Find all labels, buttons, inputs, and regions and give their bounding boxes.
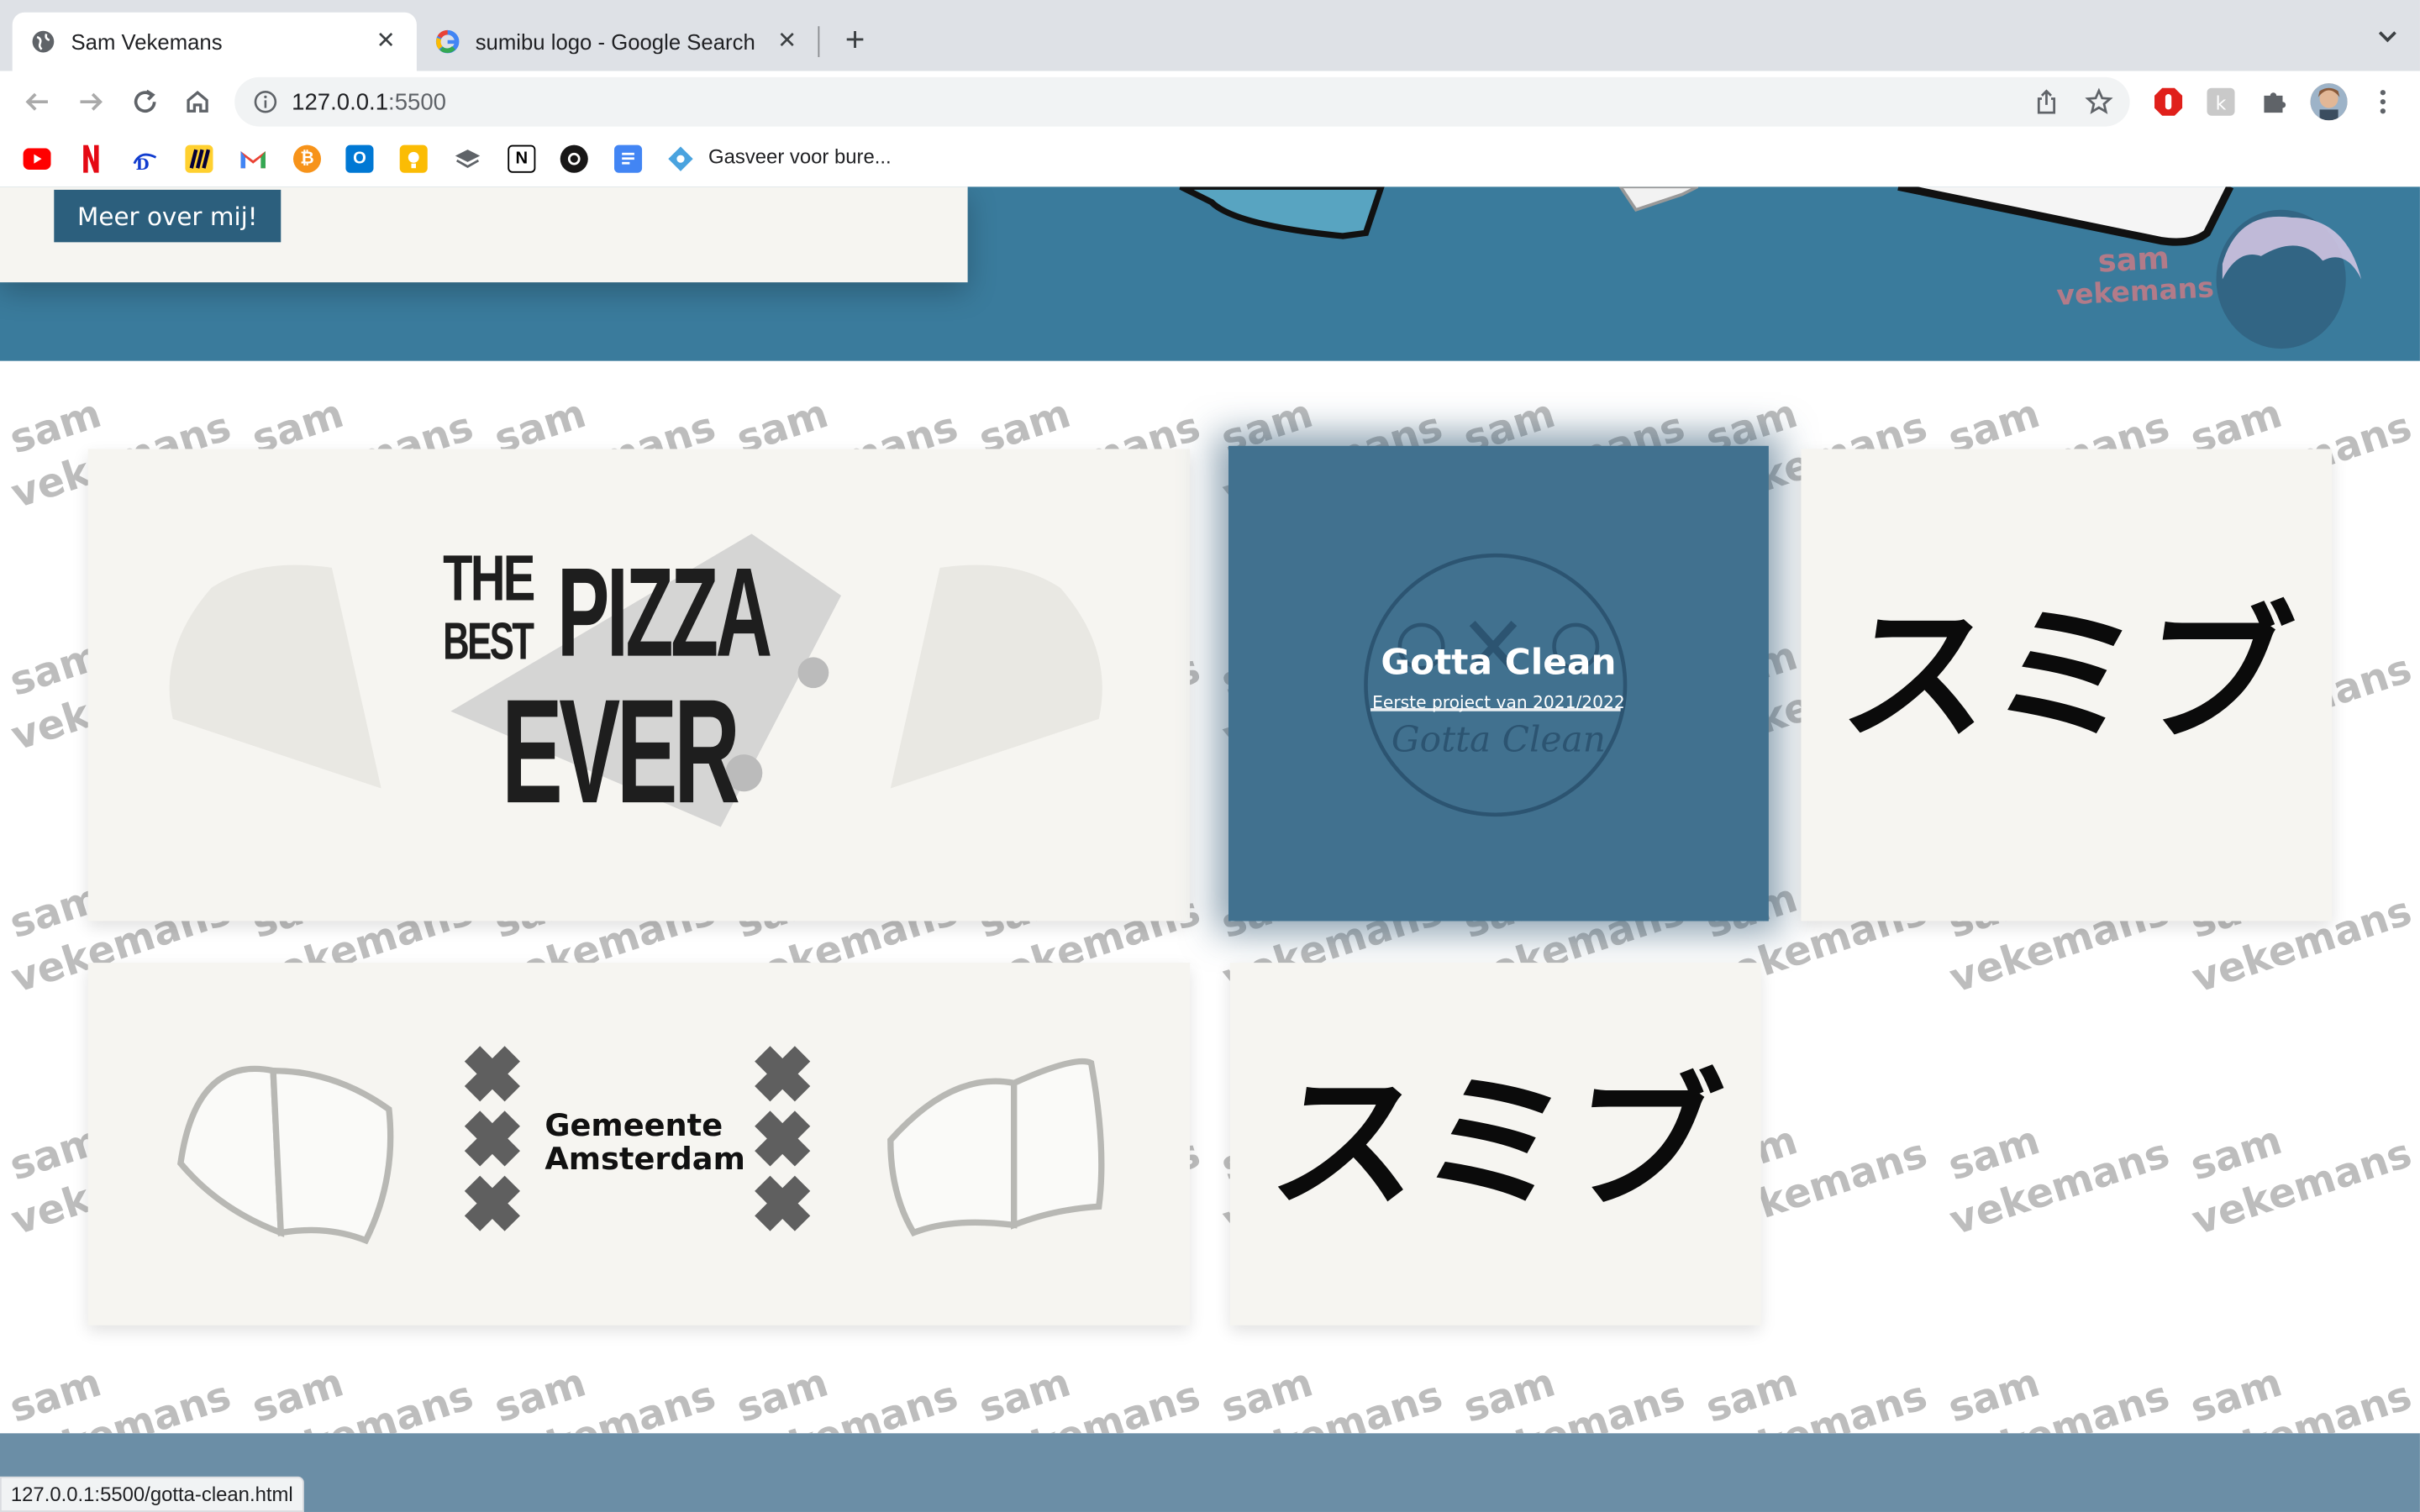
pattern-tile: samvekemans (1458, 1359, 1690, 1433)
outlook-icon[interactable]: O (345, 144, 374, 173)
bookmark-label[interactable]: Gasveer voor bure... (708, 145, 892, 169)
tab-google-search[interactable]: sumibu logo - Google Search ✕ (417, 13, 818, 71)
docs-icon[interactable] (614, 144, 643, 173)
close-icon[interactable]: ✕ (373, 29, 397, 54)
puzzle-icon[interactable] (2258, 85, 2291, 118)
page-viewport: Meer over mij! sam vekemans samvekemanss… (0, 186, 2420, 1512)
pizza-line-the: THE (443, 541, 535, 615)
open-book-left (177, 1065, 394, 1245)
miro-icon[interactable] (185, 144, 213, 173)
project-card-sumibu[interactable]: スミブ (1801, 449, 2333, 921)
info-icon[interactable] (253, 90, 277, 123)
pattern-tile: samvekemans (2412, 838, 2420, 1002)
pizza-line-ever: EVER (501, 669, 740, 835)
pizza-line-best: BEST (443, 612, 534, 671)
pattern-tile: samvekemans (4, 1359, 236, 1433)
tab-divider (818, 26, 820, 57)
status-bar-url: 127.0.0.1:5500/gotta-clean.html (0, 1476, 304, 1512)
share-icon[interactable] (2031, 87, 2062, 118)
tab-title: Sam Vekemans (71, 29, 223, 55)
tab-sam-vekemans[interactable]: Sam Vekemans ✕ (12, 12, 417, 71)
page-footer (0, 1433, 2420, 1512)
tab-title: sumibu logo - Google Search (475, 29, 755, 55)
project-card-sumibu-2[interactable]: スミブ (1229, 963, 1761, 1326)
bookmarks-bar: D ₿ O N Gasveer voor bure... (0, 132, 2420, 186)
gemeente-line2: Amsterdam (544, 1140, 745, 1178)
open-book-right (887, 1058, 1105, 1237)
pattern-tile: samvekemans (1943, 1117, 2175, 1244)
url-host: 127.0.0.1 (292, 89, 389, 116)
browser-window: Sam Vekemans ✕ sumibu logo - Google Sear… (0, 0, 2420, 1512)
github-icon[interactable] (560, 144, 588, 173)
project-card-gotta-clean[interactable]: Gotta Clean Eerste project van 2021/2022… (1228, 445, 1769, 921)
star-icon[interactable] (2084, 87, 2115, 118)
gmail-icon[interactable] (239, 145, 267, 173)
address-bar[interactable]: 127.0.0.1:5500 (234, 76, 2130, 127)
gotta-clean-script: Gotta Clean (1391, 720, 1606, 761)
pattern-tile: samvekemans (2185, 1117, 2417, 1244)
pattern-tile: samvekemans (489, 1359, 721, 1433)
pattern-tile: samvekemans (1701, 1359, 1933, 1433)
notion-icon[interactable]: N (508, 144, 536, 173)
adblock-icon[interactable] (2151, 85, 2185, 118)
logo-pattern-background: samvekemanssamvekemanssamvekemanssamveke… (0, 360, 2420, 1434)
gemeente-line1: Gemeente (544, 1105, 723, 1143)
more-vert-icon[interactable] (2366, 85, 2400, 118)
avatar[interactable] (2310, 83, 2348, 121)
layers-icon[interactable] (454, 145, 481, 173)
disney-icon[interactable]: D (131, 145, 159, 173)
pizza-line-pizza: PIZZA (557, 543, 772, 684)
chevron-down-icon[interactable] (2377, 24, 2399, 50)
bitcoin-icon[interactable]: ₿ (292, 144, 322, 173)
project-card-pizza[interactable]: THE BEST PIZZA EVER (87, 449, 1191, 921)
close-icon[interactable]: ✕ (775, 29, 799, 54)
pattern-tile: samvekemans (1216, 1359, 1448, 1433)
extension-k-icon[interactable]: k (2204, 85, 2238, 118)
browser-toolbar: 127.0.0.1:5500 k (0, 71, 2420, 133)
pattern-tile: samvekemans (2412, 1080, 2420, 1244)
hero-section: Meer over mij! sam vekemans (0, 186, 2420, 361)
pizza-wordmark: THE BEST PIZZA EVER (439, 542, 810, 835)
url-port: :5500 (388, 89, 447, 116)
project-card-gemeente-amsterdam[interactable]: Gemeente Amsterdam (87, 963, 1191, 1326)
more-about-me-button[interactable]: Meer over mij! (54, 189, 281, 243)
new-tab-icon[interactable]: + (836, 21, 873, 59)
svg-text:D: D (136, 156, 150, 173)
pattern-tile: samvekemans (731, 1359, 963, 1433)
tab-strip: Sam Vekemans ✕ sumibu logo - Google Sear… (0, 0, 2420, 71)
intro-card: Meer over mij! (0, 186, 968, 283)
pattern-tile: samvekemans (2412, 596, 2420, 759)
globe-icon (31, 29, 55, 54)
netflix-icon[interactable] (77, 144, 105, 173)
reload-icon[interactable] (125, 81, 166, 122)
hero-logo: sam vekemans (2048, 238, 2221, 314)
pattern-tile: samvekemans (974, 1359, 1206, 1433)
gotta-clean-title: Gotta Clean (1381, 643, 1617, 684)
pattern-tile: samvekemans (1943, 1359, 2175, 1433)
pattern-tile: samvekemans (246, 1359, 478, 1433)
youtube-icon[interactable] (23, 145, 51, 173)
back-icon[interactable] (17, 81, 57, 122)
home-icon[interactable] (177, 81, 218, 122)
gemeente-wordmark: Gemeente Amsterdam (544, 1108, 745, 1176)
sumibu-logo: スミブ (1832, 589, 2302, 763)
keep-icon[interactable] (399, 144, 428, 173)
gotta-clean-subtitle: Eerste project van 2021/2022 (1372, 692, 1625, 713)
sumibu-logo-2: スミブ (1260, 1057, 1730, 1230)
google-icon (435, 29, 460, 54)
pattern-tile: samvekemans (2185, 1359, 2417, 1433)
url-text: 127.0.0.1:5500 (292, 90, 446, 116)
gasveer-icon[interactable] (666, 145, 694, 173)
forward-icon[interactable] (71, 81, 111, 122)
svg-text:k: k (2216, 93, 2227, 114)
